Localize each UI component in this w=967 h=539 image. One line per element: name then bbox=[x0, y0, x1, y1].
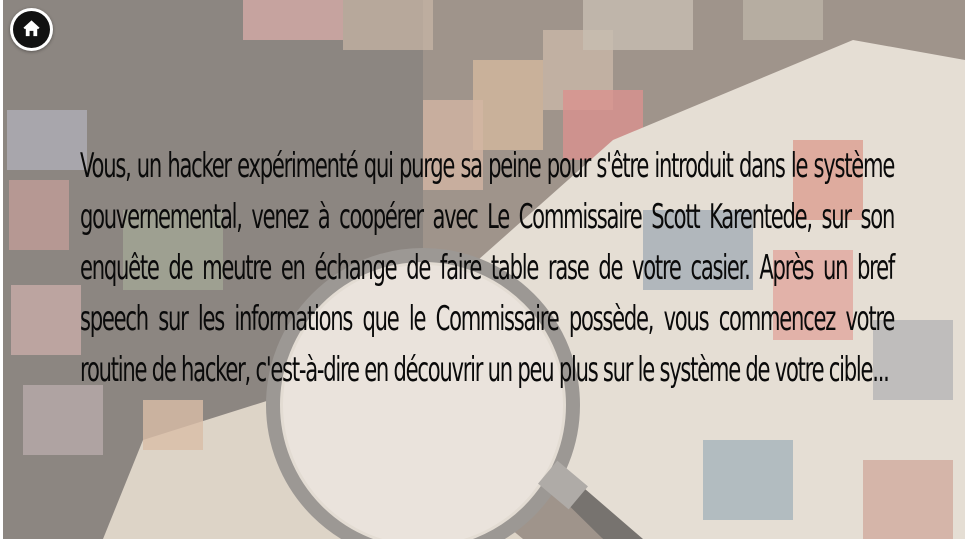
home-button-fill bbox=[13, 11, 50, 48]
home-button[interactable] bbox=[10, 8, 53, 51]
story-paragraph: Vous, un hacker expérimenté qui purge sa… bbox=[80, 146, 895, 390]
home-icon bbox=[23, 20, 40, 37]
